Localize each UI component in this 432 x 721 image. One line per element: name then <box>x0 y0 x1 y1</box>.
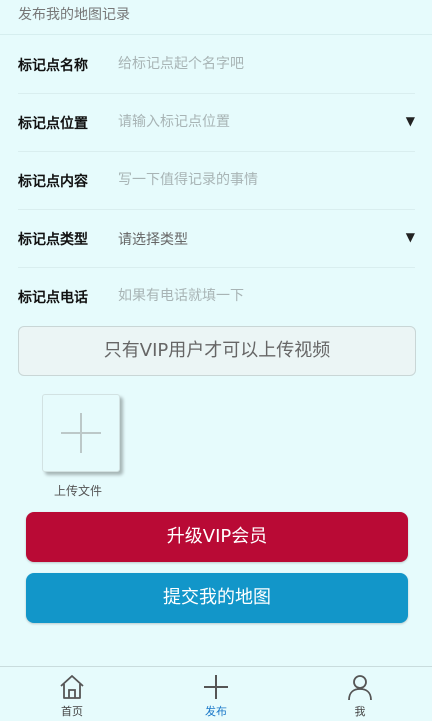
tab-home-label: 首页 <box>61 705 83 718</box>
tab-home[interactable]: 首页 <box>0 667 144 721</box>
page-header: 发布我的地图记录 <box>0 0 432 35</box>
phone-label: 标记点电话 <box>18 290 88 306</box>
name-input[interactable] <box>118 53 398 75</box>
content-input[interactable] <box>118 169 398 191</box>
submit-map-button[interactable]: 提交我的地图 <box>26 573 408 623</box>
upload-file-label: 上传文件 <box>54 484 103 498</box>
form-row-phone: 标记点电话 <box>18 267 415 325</box>
name-label: 标记点名称 <box>18 58 88 74</box>
type-select[interactable]: 请选择类型 <box>118 229 188 249</box>
location-dropdown-icon[interactable]: ▼ <box>406 114 415 128</box>
upload-area: 上传文件 <box>42 394 122 498</box>
page-title: 发布我的地图记录 <box>18 7 130 23</box>
upgrade-vip-button[interactable]: 升级VIP会员 <box>26 512 408 562</box>
bottom-tab-bar: 首页 发布 我 <box>0 666 432 721</box>
tab-publish-label: 发布 <box>205 705 227 718</box>
home-icon <box>60 675 84 699</box>
form-row-type[interactable]: 标记点类型 请选择类型 ▼ <box>18 209 415 268</box>
location-label: 标记点位置 <box>18 116 88 132</box>
tab-publish[interactable]: 发布 <box>144 667 288 721</box>
tab-me-label: 我 <box>354 705 366 718</box>
phone-input[interactable] <box>118 285 398 307</box>
plus-icon <box>204 675 228 699</box>
form-row-name: 标记点名称 <box>18 35 415 94</box>
location-input[interactable] <box>118 111 398 133</box>
vip-video-notice: 只有VIP用户才可以上传视频 <box>18 326 416 376</box>
type-label: 标记点类型 <box>18 232 88 248</box>
publish-map-record-page: 发布我的地图记录 标记点名称 标记点位置 ▼ 标记点内容 标记点类型 请选择类型… <box>0 0 432 721</box>
form-row-location[interactable]: 标记点位置 ▼ <box>18 93 415 152</box>
content-label: 标记点内容 <box>18 174 88 190</box>
user-icon <box>348 675 372 701</box>
type-dropdown-icon[interactable]: ▼ <box>406 230 415 244</box>
upload-file-button[interactable] <box>42 394 120 472</box>
form-row-content: 标记点内容 <box>18 151 415 210</box>
tab-me[interactable]: 我 <box>288 667 432 721</box>
